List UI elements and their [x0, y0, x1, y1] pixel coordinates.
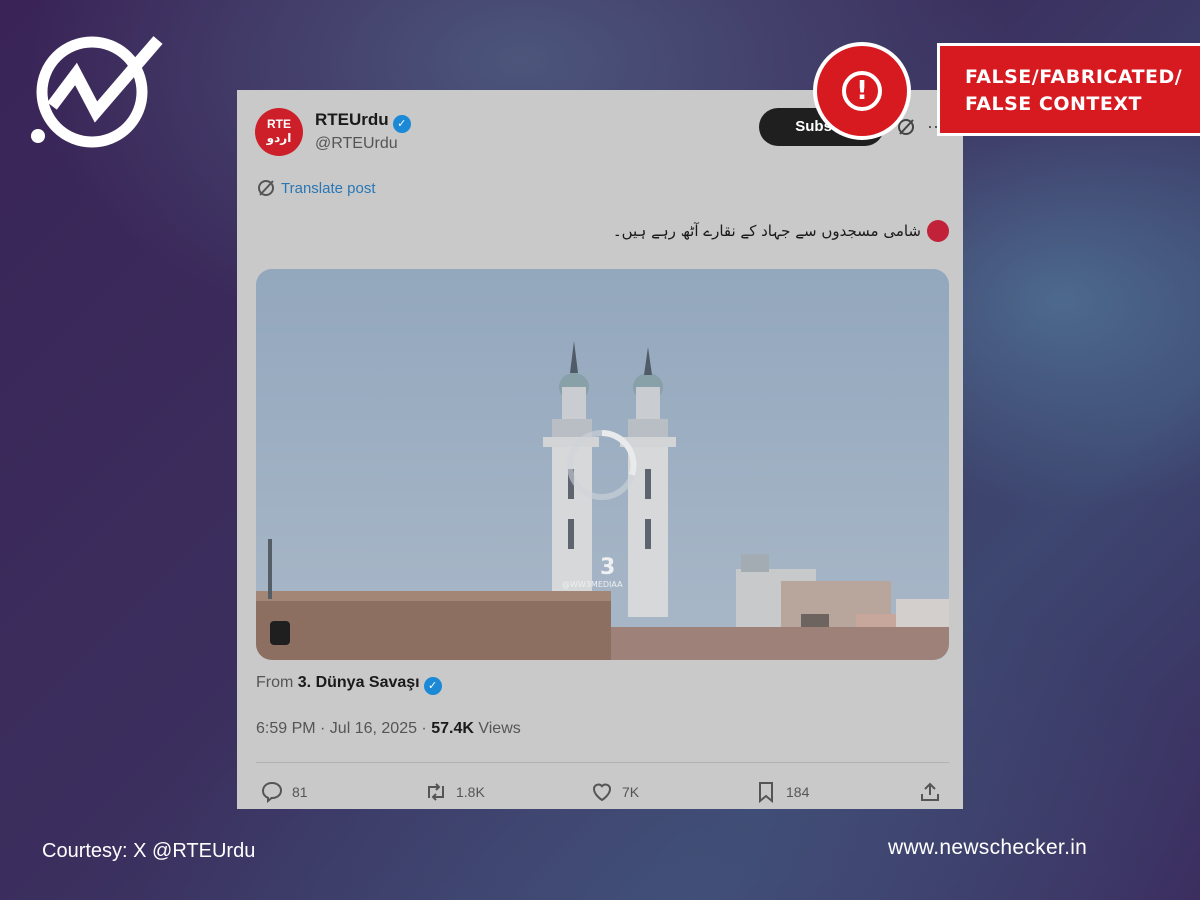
- action-bar: 81 1.8K 7K 184: [256, 780, 949, 806]
- bookmark-count: 184: [786, 784, 810, 800]
- like-count: 7K: [622, 784, 640, 800]
- watermark-text: @WW3MEDIAA: [562, 580, 623, 589]
- verified-badge-icon: ✓: [423, 677, 442, 695]
- watermark-number: 3: [600, 555, 615, 580]
- video-frame: 3 @WW3MEDIAA: [256, 269, 949, 660]
- reply-icon: [261, 781, 283, 804]
- account-handle[interactable]: @RTEUrdu: [315, 135, 398, 153]
- translate-icon: [258, 180, 274, 196]
- reply-button[interactable]: 81: [260, 780, 308, 804]
- video-player[interactable]: 3 @WW3MEDIAA: [256, 269, 949, 660]
- verdict-line-2: FALSE CONTEXT: [965, 93, 1142, 115]
- post-text: شامی مسجدوں سے جہاد کے نقارے آٹھ رہے ہیں…: [613, 220, 949, 242]
- website-url[interactable]: www.newschecker.in: [888, 836, 1087, 860]
- verdict-label: FALSE/FABRICATED/ FALSE CONTEXT: [937, 43, 1200, 136]
- repost-icon: [428, 783, 444, 801]
- post-timestamp: 6:59 PM · Jul 16, 2025 · 57.4K Views: [256, 720, 521, 738]
- avatar[interactable]: RTE اردو: [255, 108, 303, 156]
- like-button[interactable]: 7K: [590, 780, 639, 804]
- views-label: Views: [473, 720, 521, 737]
- from-source-link[interactable]: 3. Dünya Savaşı: [298, 674, 420, 691]
- translate-label: Translate post: [281, 179, 376, 197]
- repost-button[interactable]: 1.8K: [424, 780, 485, 804]
- translate-post-link[interactable]: Translate post: [257, 179, 376, 197]
- video-source: From 3. Dünya Savaşı ✓: [256, 674, 442, 695]
- post-text-content: شامی مسجدوں سے جہاد کے نقارے آٹھ رہے ہیں…: [612, 222, 921, 240]
- account-name[interactable]: RTEUrdu ✓: [315, 110, 411, 133]
- red-circle-icon: [927, 220, 949, 242]
- views-count: 57.4K: [431, 720, 474, 737]
- bookmark-button[interactable]: 184: [754, 780, 809, 804]
- repost-count: 1.8K: [456, 784, 485, 800]
- heart-icon: [592, 783, 612, 802]
- verdict-line-1: FALSE/FABRICATED/: [965, 66, 1183, 88]
- divider: [256, 762, 949, 763]
- courtesy-credit: Courtesy: X @RTEUrdu: [42, 840, 256, 862]
- post-time[interactable]: 6:59 PM · Jul 16, 2025 ·: [256, 720, 431, 737]
- account-name-text: RTEUrdu: [315, 110, 389, 129]
- avatar-text-bottom: اردو: [266, 131, 292, 145]
- from-prefix: From: [256, 674, 294, 691]
- tweet-card: RTE اردو RTEUrdu✓ @RTEUrdu Subscribe ···…: [237, 90, 963, 809]
- avatar-text-top: RTE: [267, 117, 291, 131]
- newschecker-logo: [31, 36, 163, 148]
- share-button[interactable]: [918, 780, 942, 804]
- verified-badge-icon: ✓: [392, 115, 411, 133]
- bookmark-icon: [759, 782, 773, 804]
- reply-count: 81: [292, 784, 308, 800]
- share-icon: [921, 782, 939, 801]
- alert-icon: !: [813, 42, 911, 140]
